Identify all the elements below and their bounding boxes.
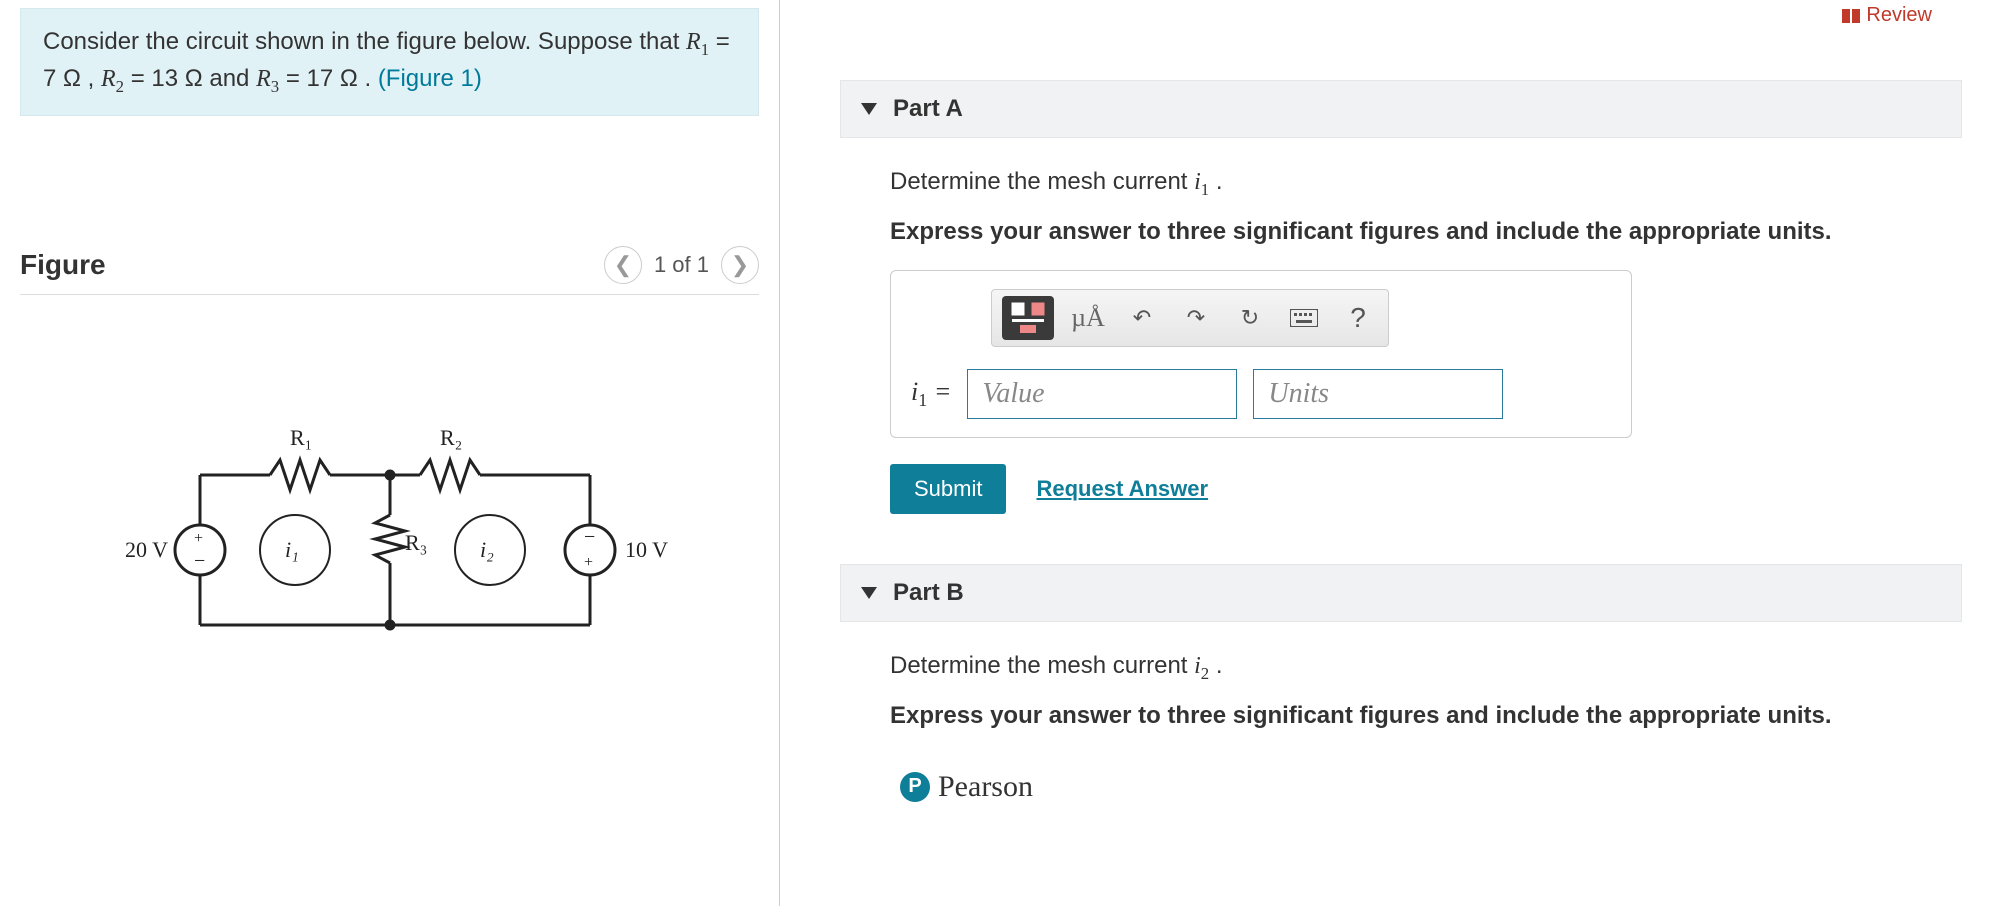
undo-button[interactable]: ↶ bbox=[1122, 298, 1162, 338]
part-b-prompt: Determine the mesh current i2 . bbox=[890, 652, 1962, 684]
special-chars-button[interactable]: µÅ bbox=[1068, 298, 1108, 338]
pearson-logo-icon: P bbox=[900, 772, 930, 802]
part-b-header[interactable]: Part B bbox=[840, 564, 1962, 622]
svg-text:R₁: R₁ bbox=[290, 425, 312, 450]
svg-text:R₂: R₂ bbox=[440, 425, 462, 450]
answer-lhs: i1 = bbox=[911, 377, 951, 411]
value-input[interactable]: Value bbox=[967, 369, 1237, 419]
review-icon bbox=[1842, 9, 1860, 23]
svg-text:i₁: i₁ bbox=[285, 537, 299, 562]
part-a-header[interactable]: Part A bbox=[840, 80, 1962, 138]
svg-text:−: − bbox=[584, 526, 595, 548]
request-answer-link[interactable]: Request Answer bbox=[1036, 476, 1208, 502]
part-b-instruction: Express your answer to three significant… bbox=[890, 702, 1962, 730]
pearson-brand: P Pearson bbox=[900, 770, 1962, 804]
units-input[interactable]: Units bbox=[1253, 369, 1503, 419]
prev-figure-button[interactable]: ❮ bbox=[604, 246, 642, 284]
caret-down-icon bbox=[861, 587, 877, 599]
part-b-title: Part B bbox=[893, 579, 964, 607]
problem-statement: Consider the circuit shown in the figure… bbox=[20, 8, 759, 116]
svg-text:20 V: 20 V bbox=[125, 537, 168, 562]
answer-box: µÅ ↶ ↷ ↻ ? i1 = Value Units bbox=[890, 270, 1632, 438]
figure-title: Figure bbox=[20, 249, 106, 281]
help-button[interactable]: ? bbox=[1338, 298, 1378, 338]
caret-down-icon bbox=[861, 103, 877, 115]
fraction-template-button[interactable] bbox=[1002, 296, 1054, 340]
svg-text:R₃: R₃ bbox=[405, 530, 427, 555]
svg-text:i₂: i₂ bbox=[480, 537, 494, 562]
part-a-title: Part A bbox=[893, 95, 963, 123]
equation-toolbar: µÅ ↶ ↷ ↻ ? bbox=[991, 289, 1389, 347]
next-figure-button[interactable]: ❯ bbox=[721, 246, 759, 284]
problem-text-1: Consider the circuit shown in the figure… bbox=[43, 28, 686, 55]
svg-text:+: + bbox=[194, 530, 203, 547]
reset-button[interactable]: ↻ bbox=[1230, 298, 1270, 338]
svg-text:+: + bbox=[584, 554, 593, 571]
submit-button[interactable]: Submit bbox=[890, 464, 1006, 514]
figure-link[interactable]: (Figure 1) bbox=[378, 65, 482, 92]
figure-pager: ❮ 1 of 1 ❯ bbox=[604, 246, 759, 284]
review-link[interactable]: Review bbox=[1842, 4, 1932, 27]
svg-text:10 V: 10 V bbox=[625, 537, 668, 562]
part-a-instruction: Express your answer to three significant… bbox=[890, 218, 1962, 246]
pager-text: 1 of 1 bbox=[654, 252, 709, 278]
redo-button[interactable]: ↷ bbox=[1176, 298, 1216, 338]
circuit-diagram: R₁ R₂ R₃ i₁ i₂ 20 V 10 V + − + − bbox=[90, 415, 690, 675]
keyboard-button[interactable] bbox=[1284, 298, 1324, 338]
part-a-prompt: Determine the mesh current i1 . bbox=[890, 168, 1962, 200]
svg-text:−: − bbox=[194, 550, 205, 572]
